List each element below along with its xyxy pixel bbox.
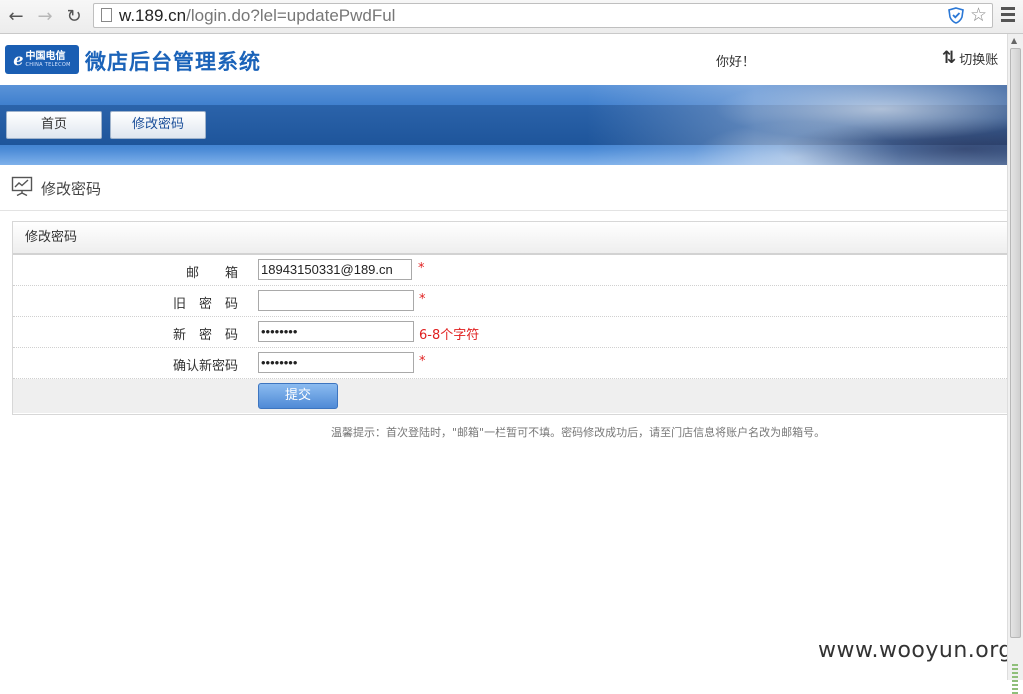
password-length-hint: 6-8个字符 [419,328,480,343]
presentation-board-icon [11,176,33,197]
system-title: 微店后台管理系统 [85,50,261,74]
new-password-label: 新 密 码 [172,328,238,343]
switch-account-link[interactable]: ⇅ 切换账 [942,48,998,68]
url-text: w.189.cn/login.do?lel=updatePwdFul [119,6,396,25]
page-heading: 修改密码 [0,165,1007,211]
telecom-e-icon: ℯ [13,50,24,69]
switch-account-label: 切换账 [959,52,999,68]
shield-icon[interactable] [948,7,964,24]
email-field[interactable] [258,259,412,280]
swap-arrows-icon: ⇅ [942,48,957,68]
confirm-password-label: 确认新密码 [172,359,238,374]
forward-arrow-icon[interactable]: → [33,4,57,28]
form-row-email: 邮 箱 * [13,255,1007,286]
tab-change-password[interactable]: 修改密码 [110,111,206,139]
old-password-field[interactable] [258,290,414,311]
greeting-text: 你好！ [716,55,756,70]
back-arrow-icon[interactable]: ← [4,4,28,28]
new-password-field[interactable] [258,321,414,342]
vertical-scrollbar[interactable]: ▲ [1007,34,1023,694]
logo-en-text: CHINA TELECOM [25,62,71,68]
panel-title: 修改密码 [13,222,1007,255]
form-action-row: 提交 [13,379,1007,413]
page-icon [101,8,112,22]
required-mark: * [419,292,426,307]
confirm-password-field[interactable] [258,352,414,373]
submit-button[interactable]: 提交 [258,383,338,409]
china-telecom-logo: ℯ 中国电信 CHINA TELECOM [5,45,79,74]
scrollbar-thumb[interactable] [1010,48,1021,638]
form-row-old-password: 旧 密 码 * [13,286,1007,317]
form-row-confirm-password: 确认新密码 * [13,348,1007,379]
required-mark: * [419,354,426,369]
tab-home[interactable]: 首页 [6,111,102,139]
reload-icon[interactable]: ↻ [62,4,86,28]
change-password-panel: 修改密码 邮 箱 * 旧 密 码 * 新 密 码 6-8个字符 确认新密码 * … [12,221,1007,415]
scroll-up-arrow-icon[interactable]: ▲ [1011,36,1017,45]
page-viewport: ℯ 中国电信 CHINA TELECOM 微店后台管理系统 你好！ ⇅ 切换账 … [0,34,1012,680]
page-title: 修改密码 [41,180,102,198]
tip-text: 温馨提示：首次登陆时，"邮箱"一栏暂可不填。密码修改成功后，请至门店信息将账户名… [331,426,826,439]
menu-icon[interactable] [1001,7,1015,23]
logo-cn-text: 中国电信 [25,51,66,62]
nav-band: 首页 修改密码 [0,85,1007,165]
required-mark: * [418,261,425,276]
scroll-grip-icon [1012,664,1018,694]
address-bar[interactable]: w.189.cn/login.do?lel=updatePwdFul ☆ [93,3,993,28]
browser-toolbar: ← → ↻ w.189.cn/login.do?lel=updatePwdFul… [0,0,1023,34]
watermark-text: www.wooyun.org [818,638,1013,663]
form-row-new-password: 新 密 码 6-8个字符 [13,317,1007,348]
email-label: 邮 箱 [185,266,238,281]
old-password-label: 旧 密 码 [172,297,238,312]
banner-decoration [587,85,1007,165]
bookmark-star-icon[interactable]: ☆ [970,4,987,26]
